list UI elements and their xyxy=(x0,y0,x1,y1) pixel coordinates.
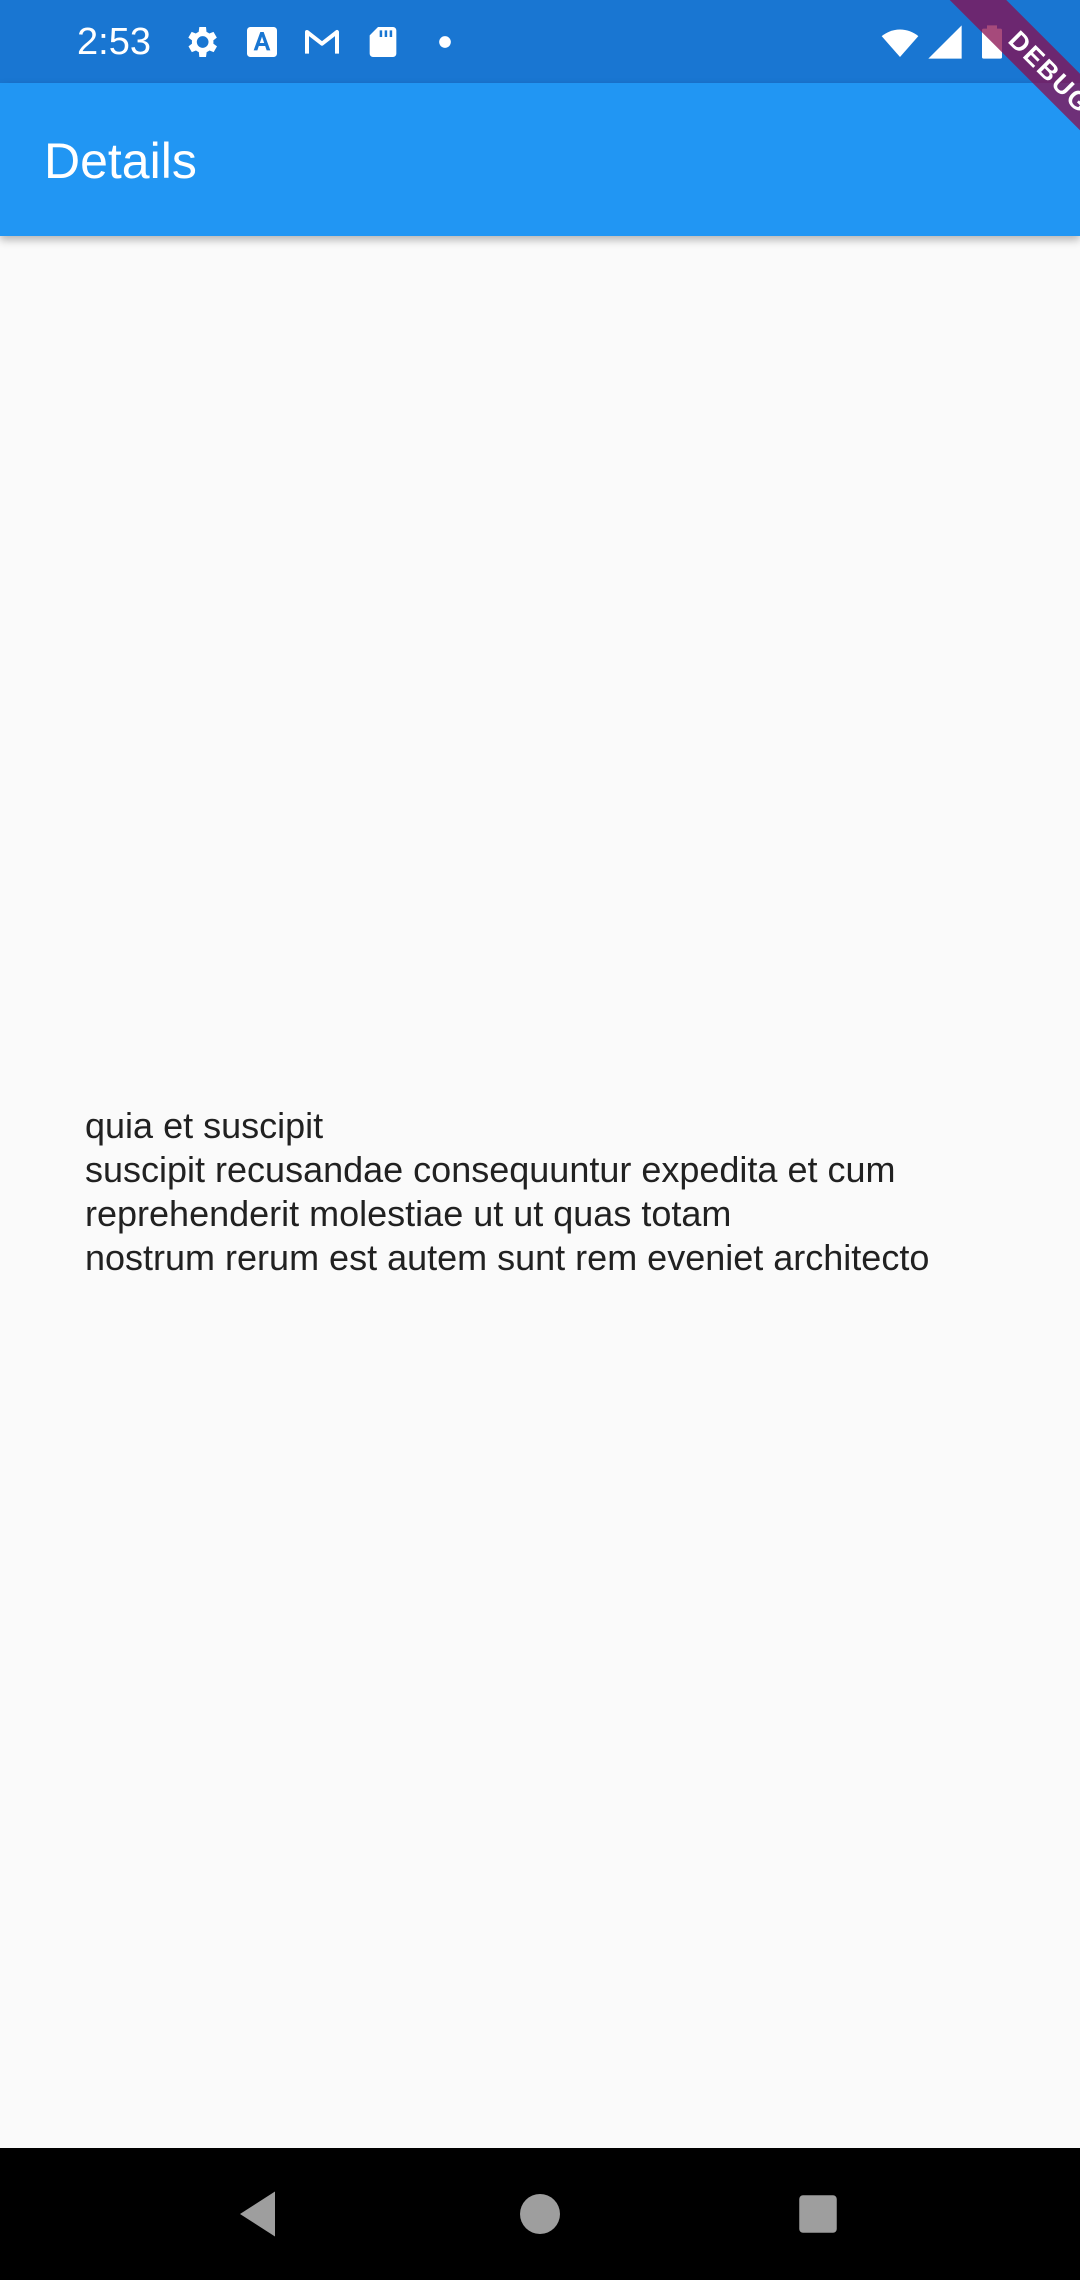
home-icon[interactable] xyxy=(510,2184,570,2244)
battery-icon xyxy=(972,22,1012,62)
back-icon[interactable] xyxy=(230,2184,290,2244)
status-bar: 2:53 xyxy=(0,0,1080,83)
page-title: Details xyxy=(44,133,197,189)
dot-icon xyxy=(425,22,465,62)
details-content: quia et suscipit suscipit recusandae con… xyxy=(0,236,1080,2148)
signal-icon xyxy=(925,22,965,62)
wifi-icon xyxy=(880,22,920,62)
recents-icon[interactable] xyxy=(788,2184,848,2244)
gmail-icon xyxy=(302,22,342,62)
details-screen: 2:53 Details DEBUG quia et suscipit susc… xyxy=(0,0,1080,2280)
details-body-text: quia et suscipit suscipit recusandae con… xyxy=(85,1105,930,1278)
navigation-bar xyxy=(0,2148,1080,2280)
font-a-icon xyxy=(242,22,282,62)
sd-card-icon xyxy=(363,22,403,62)
gear-icon xyxy=(181,22,221,62)
app-bar: Details xyxy=(0,83,1080,236)
status-time: 2:53 xyxy=(77,21,151,63)
